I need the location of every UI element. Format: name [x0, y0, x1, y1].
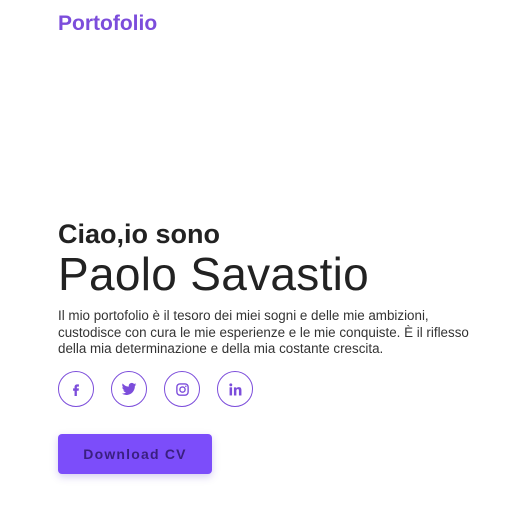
person-name: Paolo Savastio — [58, 248, 370, 300]
twitter-icon — [121, 381, 137, 397]
linkedin-link[interactable] — [217, 371, 253, 407]
facebook-link[interactable] — [58, 371, 94, 407]
greeting-text: Ciao,io sono — [58, 219, 220, 249]
facebook-icon — [69, 382, 83, 396]
linkedin-icon — [228, 382, 243, 397]
instagram-icon — [175, 382, 190, 397]
twitter-link[interactable] — [111, 371, 147, 407]
social-links — [58, 371, 253, 407]
download-cv-button[interactable]: Download CV — [58, 434, 212, 474]
hero-section: Ciao,io sono Paolo Savastio Il mio porto… — [58, 218, 478, 358]
bio-paragraph: Il mio portofolio è il tesoro dei miei s… — [58, 308, 469, 356]
brand-logo[interactable]: Portofolio — [58, 12, 157, 36]
instagram-link[interactable] — [164, 371, 200, 407]
